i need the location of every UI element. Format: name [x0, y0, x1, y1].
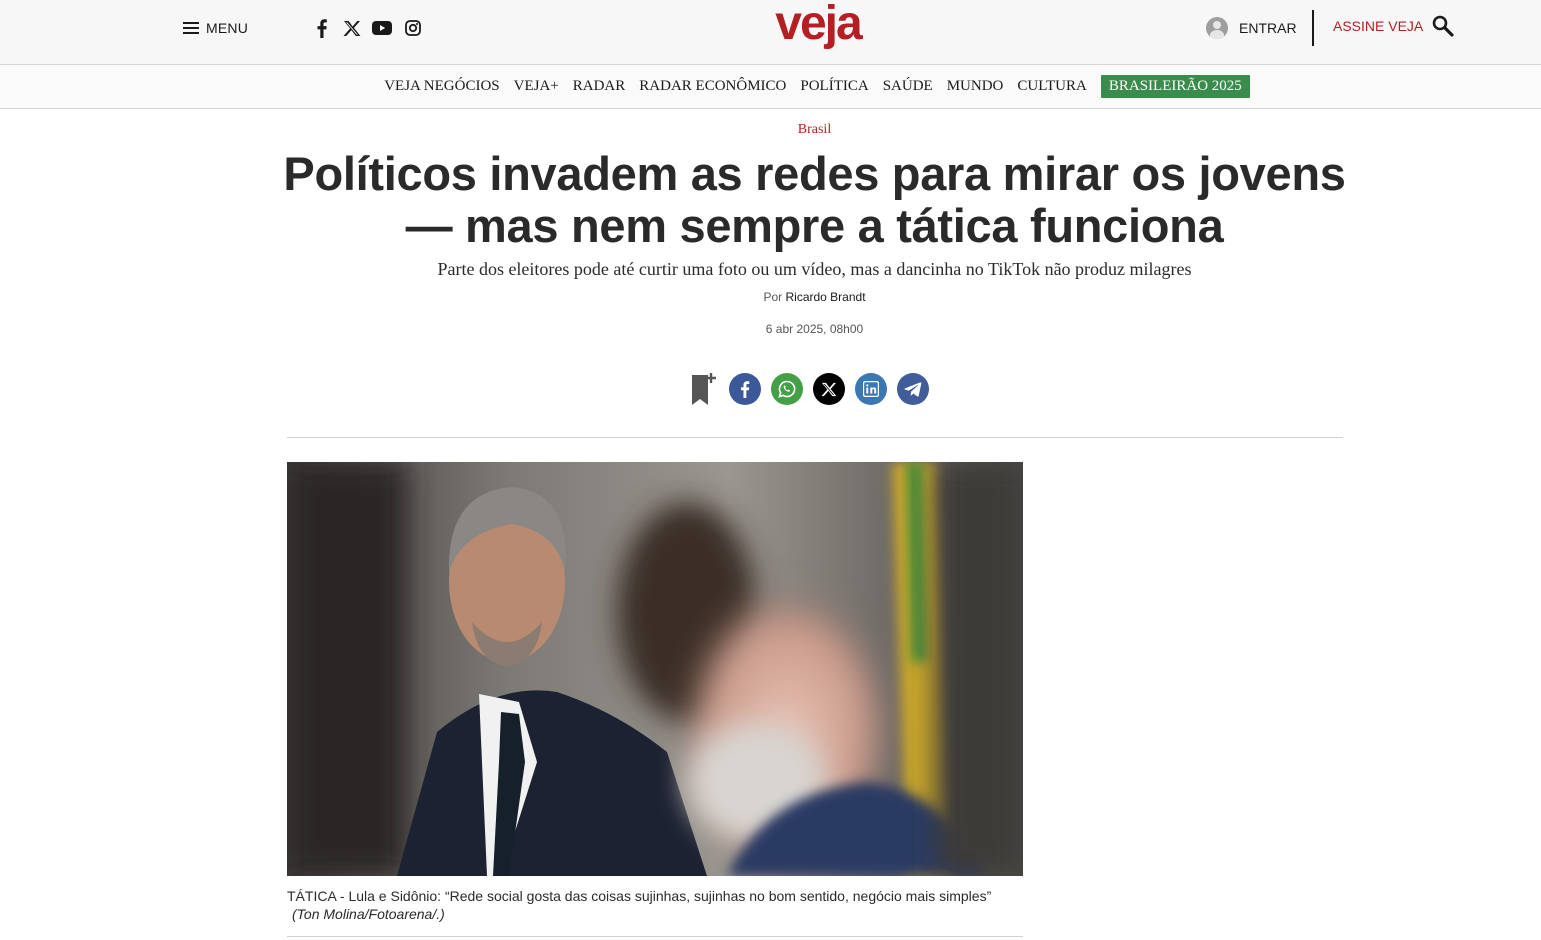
logo-text: veja — [775, 0, 862, 50]
subscribe-link[interactable]: ASSINE VEJA — [1333, 18, 1423, 34]
instagram-icon[interactable] — [404, 17, 422, 39]
menu-button[interactable]: MENU — [183, 17, 248, 39]
user-icon — [1206, 17, 1228, 39]
nav-item-mundo[interactable]: MUNDO — [947, 75, 1004, 98]
publish-date: 6 abr 2025, 08h00 — [765, 322, 864, 336]
article-category[interactable]: Brasil — [0, 122, 1541, 138]
nav-item-veja-negocios[interactable]: VEJA NEGÓCIOS — [384, 75, 499, 98]
photo-credit: (Ton Molina/Fotoarena/.) — [292, 906, 445, 922]
byline-prefix: Por — [763, 290, 783, 304]
hamburger-icon — [183, 22, 199, 34]
nav-item-veja-plus[interactable]: VEJA+ — [514, 75, 559, 98]
x-icon[interactable] — [813, 373, 845, 405]
facebook-icon[interactable] — [314, 17, 330, 39]
top-header: MENU veja ENTRAR ASSINE VEJA — [0, 0, 1541, 65]
byline: Por Ricardo Brandt — [0, 290, 1541, 304]
youtube-icon[interactable] — [372, 17, 392, 39]
login-label: ENTRAR — [1239, 20, 1297, 36]
veja-logo[interactable]: veja — [763, 0, 873, 56]
nav-item-brasileirao[interactable]: BRASILEIRÃO 2025 — [1100, 75, 1250, 98]
share-bar — [689, 371, 929, 407]
x-icon[interactable] — [342, 17, 362, 39]
whatsapp-icon[interactable] — [771, 373, 803, 405]
photo-caption: TÁTICA - Lula e Sidônio: “Rede social go… — [287, 887, 1023, 923]
article-photo — [287, 462, 1023, 876]
caption-text: TÁTICA - Lula e Sidônio: “Rede social go… — [287, 888, 992, 904]
linkedin-icon[interactable] — [855, 373, 887, 405]
caption-divider-line — [287, 936, 1023, 937]
nav-item-radar-economico[interactable]: RADAR ECONÔMICO — [639, 75, 786, 98]
section-nav: VEJA NEGÓCIOS VEJA+ RADAR RADAR ECONÔMIC… — [0, 65, 1541, 109]
nav-item-politica[interactable]: POLÍTICA — [800, 75, 868, 98]
nav-item-cultura[interactable]: CULTURA — [1017, 75, 1086, 98]
bookmark-add-icon[interactable] — [689, 371, 719, 407]
header-divider-line — [287, 437, 1343, 438]
telegram-icon[interactable] — [897, 373, 929, 405]
header-divider — [1312, 10, 1314, 46]
article-headline: Políticos invadem as redes para mirar os… — [283, 147, 1346, 252]
nav-item-radar[interactable]: RADAR — [573, 75, 626, 98]
menu-label: MENU — [206, 20, 249, 36]
nav-item-saude[interactable]: SAÚDE — [883, 75, 933, 98]
author-link[interactable]: Ricardo Brandt — [785, 290, 865, 304]
facebook-icon[interactable] — [729, 373, 761, 405]
search-icon[interactable] — [1431, 14, 1455, 38]
article-subheadline: Parte dos eleitores pode até curtir uma … — [437, 259, 1192, 279]
login-button[interactable]: ENTRAR — [1206, 16, 1297, 40]
